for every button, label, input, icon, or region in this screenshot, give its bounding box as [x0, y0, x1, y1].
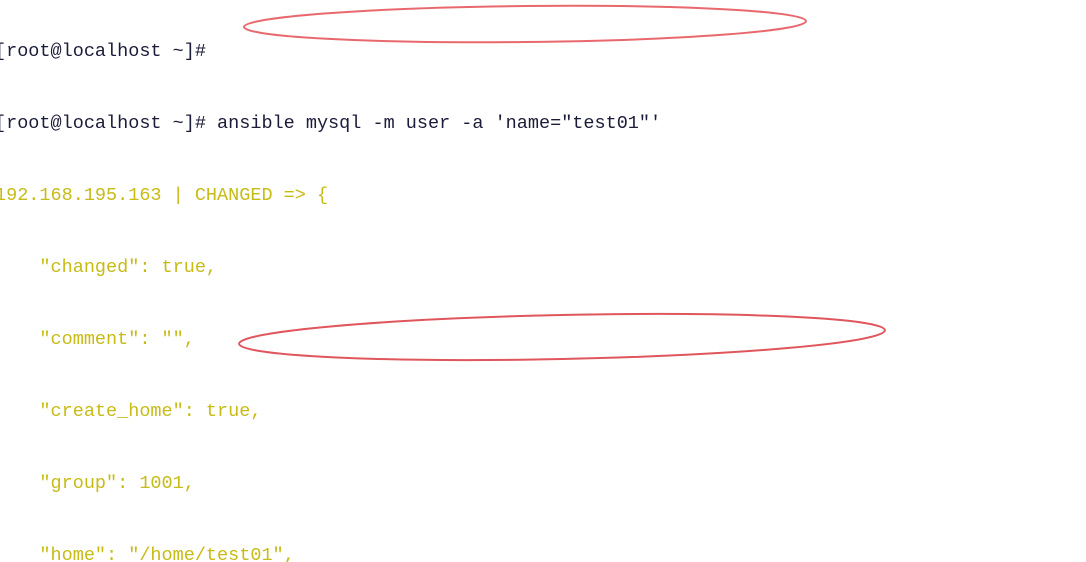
terminal-line: "group": 1001, [0, 473, 195, 494]
terminal-screenshot: [root@localhost ~]# [root@localhost ~]# … [0, 0, 1086, 562]
terminal-command-line-1: [root@localhost ~]# ansible mysql -m use… [0, 113, 662, 134]
terminal-line: "home": "/home/test01", [0, 545, 295, 562]
terminal-line: "comment": "", [0, 329, 195, 350]
terminal-line: 192.168.195.163 | CHANGED => { [0, 185, 329, 206]
terminal-line: "changed": true, [0, 257, 218, 278]
terminal-line: [root@localhost ~]# [0, 41, 206, 62]
terminal-output-area[interactable]: [root@localhost ~]# [root@localhost ~]# … [0, 0, 1086, 562]
terminal-line: "create_home": true, [0, 401, 262, 422]
